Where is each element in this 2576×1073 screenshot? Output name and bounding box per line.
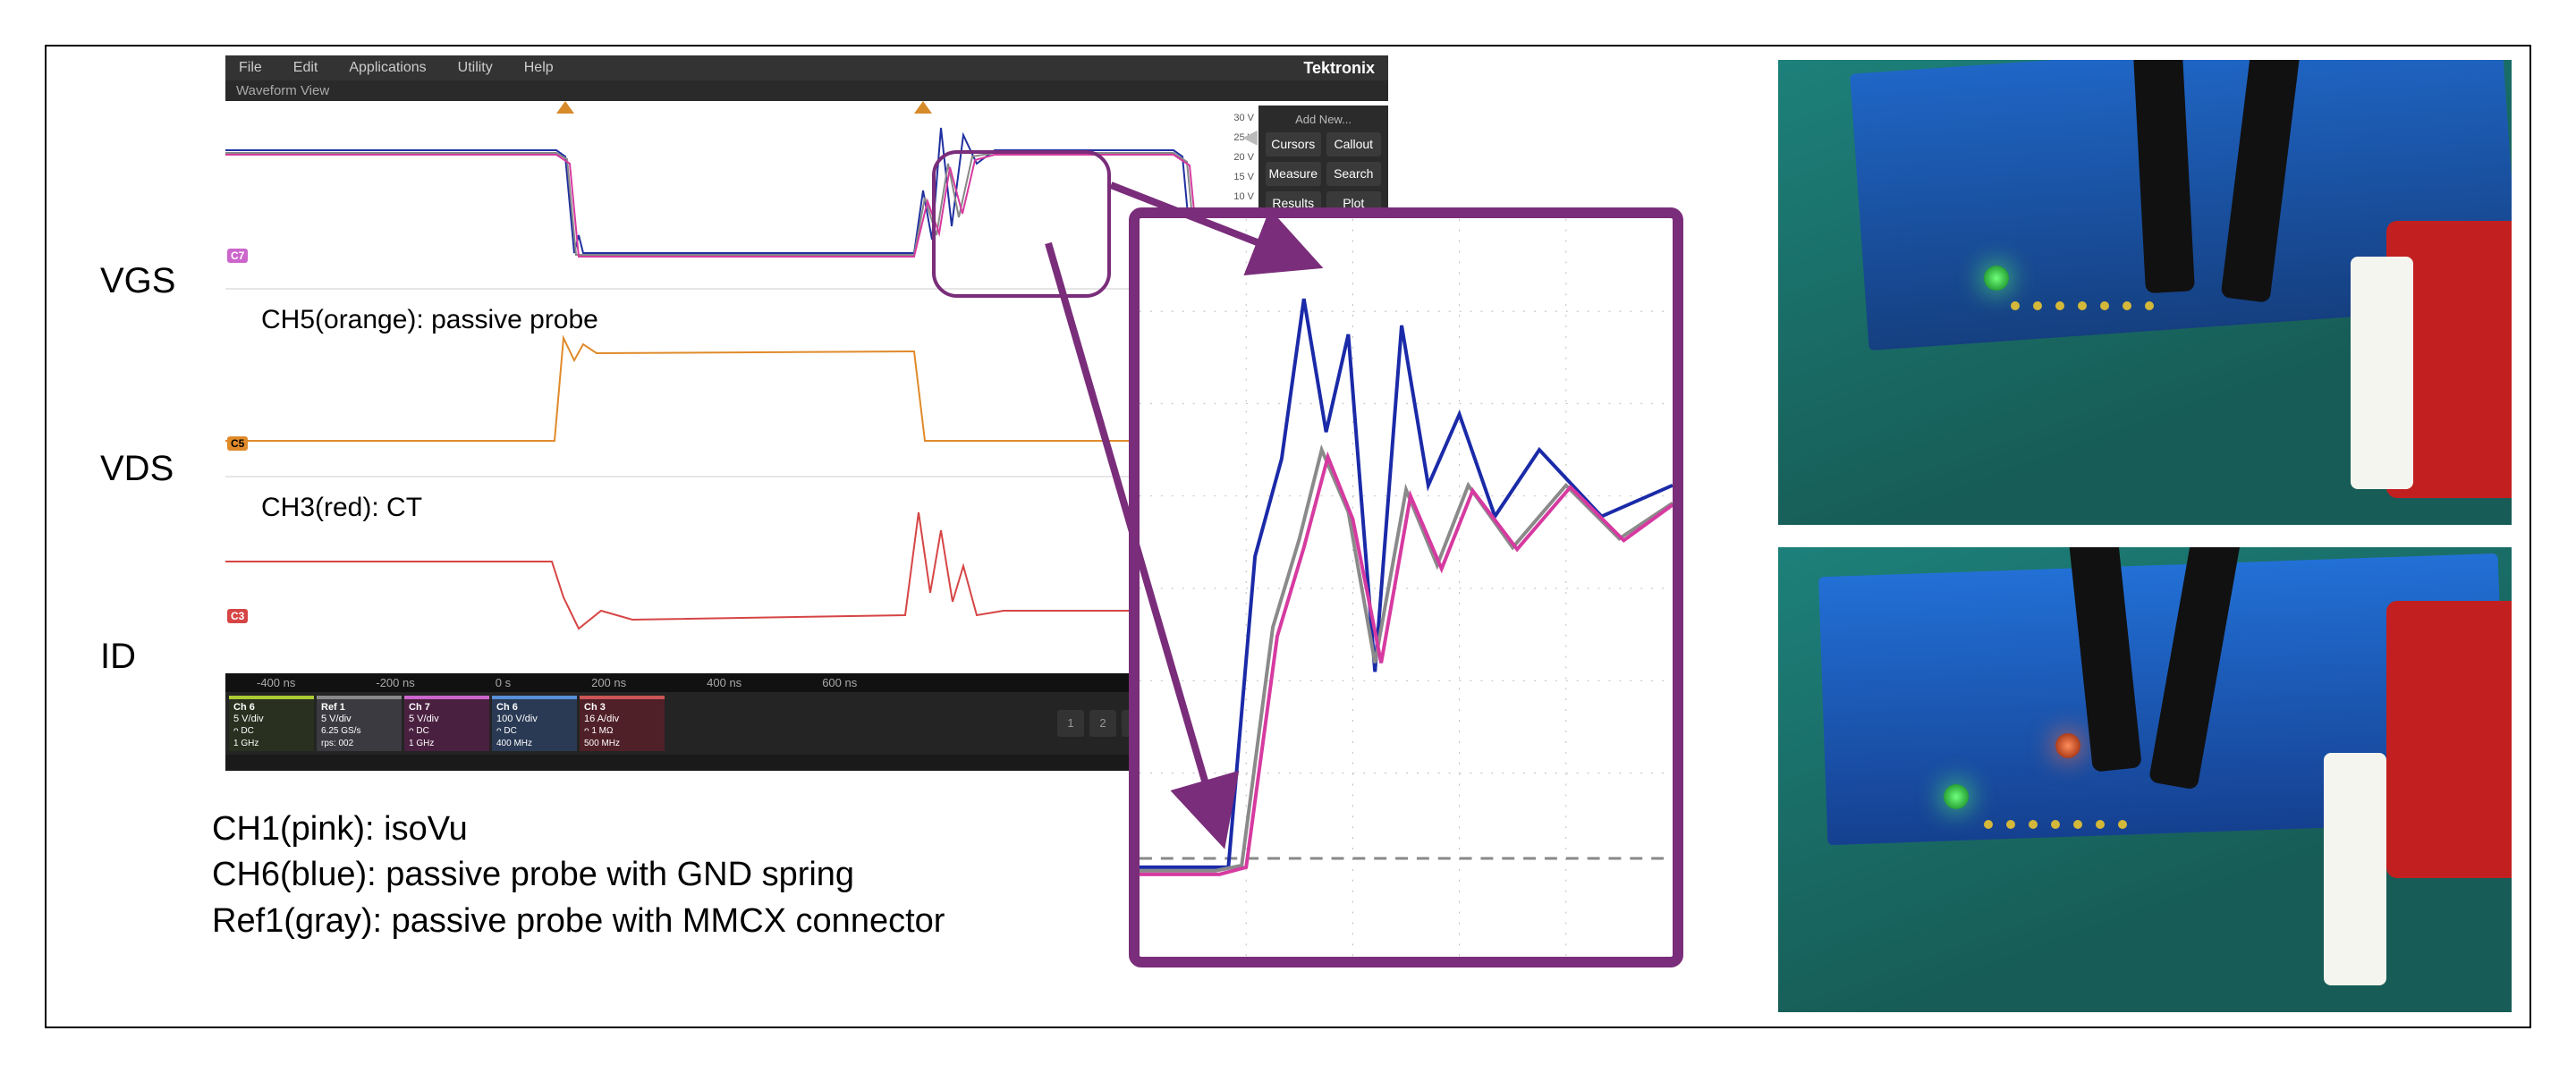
- legend-ref1: Ref1(gray): passive probe with MMCX conn…: [212, 899, 945, 944]
- menu-file[interactable]: File: [239, 60, 262, 76]
- legend-ch6: CH6(blue): passive probe with GND spring: [212, 852, 945, 898]
- menu-bar: File Edit Applications Utility Help Tekt…: [225, 55, 1388, 80]
- menu-help[interactable]: Help: [524, 60, 554, 76]
- menu-edit[interactable]: Edit: [293, 60, 318, 76]
- annot-ch5: CH5(orange): passive probe: [261, 305, 598, 335]
- legend-block: CH1(pink): isoVu CH6(blue): passive prob…: [212, 807, 945, 944]
- led-green-icon: [1944, 784, 1969, 809]
- waveform-view-title: Waveform View: [225, 80, 1388, 101]
- menu-applications[interactable]: Applications: [349, 60, 426, 76]
- marker-c3: C3: [227, 609, 248, 623]
- channel-badge-ch6b[interactable]: Ch 6100 V/div ᴖ DC 400 MHz: [492, 696, 577, 751]
- annot-ch3: CH3(red): CT: [261, 493, 422, 523]
- marker-c5: C5: [227, 436, 248, 451]
- led-green-icon: [1984, 266, 2009, 291]
- probe-photo-bottom: [1778, 547, 2512, 1012]
- label-id: ID: [100, 637, 136, 677]
- figure-frame: VGS VDS ID File Edit Applications Utilit…: [45, 45, 2531, 1028]
- channel-badge-ch6a[interactable]: Ch 65 V/div ᴖ DC 1 GHz: [229, 696, 314, 751]
- label-vds: VDS: [100, 449, 174, 489]
- legend-ch1: CH1(pink): isoVu: [212, 807, 945, 852]
- marker-c7: C7: [227, 249, 248, 263]
- probe-photo-top: [1778, 60, 2512, 525]
- menu-utility[interactable]: Utility: [458, 60, 493, 76]
- callout-arrows: [932, 118, 1558, 923]
- channel-badge-ref1[interactable]: Ref 15 V/div 6.25 GS/s rps: 002: [317, 696, 402, 751]
- channel-badge-ch7[interactable]: Ch 75 V/div ᴖ DC 1 GHz: [404, 696, 489, 751]
- channel-badge-ch3[interactable]: Ch 316 A/div ᴖ 1 MΩ 500 MHz: [580, 696, 665, 751]
- trigger-markers: [225, 101, 1388, 119]
- brand-logo: Tektronix: [1303, 59, 1375, 78]
- led-red-icon: [2055, 733, 2080, 758]
- label-vgs: VGS: [100, 261, 175, 301]
